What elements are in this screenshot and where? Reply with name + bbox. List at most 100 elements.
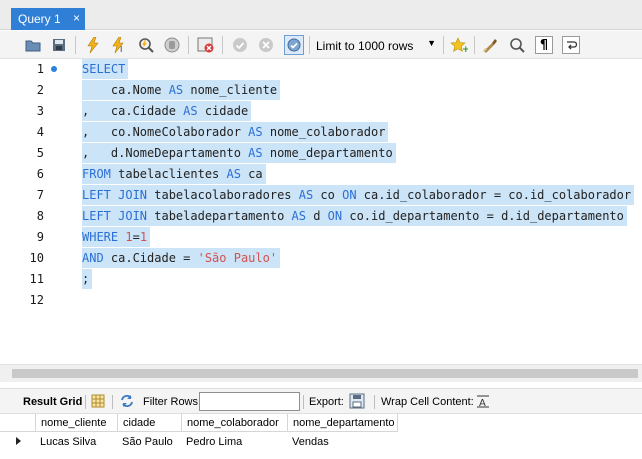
sql-keyword: ON [342, 188, 357, 202]
sql-token: tabelacolaboradores [147, 188, 299, 202]
rollback-icon[interactable] [257, 36, 275, 54]
code-text: , ca.Cidade AS cidade [82, 101, 252, 121]
sql-token: tabelaclientes [110, 167, 227, 181]
result-grid-label[interactable]: Result Grid [23, 396, 82, 408]
sql-keyword: AS [183, 104, 198, 118]
editor-line[interactable]: 5 , d.NomeDepartamento AS nome_departamen… [0, 143, 642, 163]
grid-cell[interactable]: Pedro Lima [182, 433, 288, 451]
refresh-icon[interactable] [119, 394, 135, 411]
column-header-nome-departamento[interactable]: nome_departamento [288, 414, 398, 432]
line-number: 10 [29, 251, 44, 265]
stop-icon[interactable] [163, 36, 181, 54]
column-header-nome-cliente[interactable]: nome_cliente [36, 414, 118, 432]
commit-icon[interactable] [231, 36, 249, 54]
grid-cell[interactable]: São Paulo [118, 433, 182, 451]
editor-line[interactable]: 4 , co.NomeColaborador AS nome_colaborado… [0, 122, 642, 142]
line-number: 1 [36, 62, 44, 76]
toolbar-divider [222, 36, 223, 54]
sql-number: 1 [125, 230, 133, 244]
sql-token: ; [82, 272, 90, 286]
toolbar-divider [443, 36, 444, 54]
tab-query-1[interactable]: Query 1 × [11, 8, 85, 30]
editor-line[interactable]: 9 WHERE 1=1 [0, 227, 642, 247]
line-number: 4 [36, 125, 44, 139]
export-label: Export: [309, 396, 344, 408]
toolbar-divider [309, 36, 310, 54]
sql-keyword: AND [82, 251, 104, 265]
wrap-icon[interactable] [562, 36, 580, 54]
execute-current-icon[interactable]: I [110, 36, 128, 54]
editor-toolbar: I Limit to 1000 rows ▼ + ¶ [0, 31, 642, 59]
editor-line[interactable]: 11; [0, 269, 642, 289]
horizontal-scrollbar[interactable] [0, 364, 642, 382]
grid-view-icon[interactable] [91, 394, 105, 411]
result-grid[interactable]: nome_cliente cidade nome_colaborador nome_d… [0, 414, 642, 459]
editor-line[interactable]: 2 ca.Nome AS nome_cliente [0, 80, 642, 100]
limit-rows-select[interactable]: Limit to 1000 rows ▼ [316, 38, 440, 54]
grid-cell[interactable]: Lucas Silva [36, 433, 118, 451]
code-text: WHERE 1=1 [82, 227, 151, 247]
filter-rows-label: Filter Rows: [143, 396, 202, 408]
sql-token: ca [240, 167, 263, 181]
close-icon[interactable]: × [73, 11, 80, 25]
save-icon[interactable] [50, 36, 68, 54]
svg-text:+: + [462, 45, 468, 53]
column-header-nome-colaborador[interactable]: nome_colaborador [182, 414, 288, 432]
result-toolbar: Result Grid Filter Rows: Export: Wrap Ce… [0, 388, 642, 414]
find-icon[interactable] [508, 36, 526, 54]
sql-keyword: AS [291, 209, 306, 223]
sql-token: ca.Cidade = [103, 251, 198, 265]
toolbar-divider [75, 36, 76, 54]
invisible-chars-icon[interactable]: ¶ [535, 36, 553, 54]
editor-line[interactable]: 6 FROM tabelaclientes AS ca [0, 164, 642, 184]
beautify-icon[interactable] [481, 36, 499, 54]
line-number: 8 [36, 209, 44, 223]
editor-line[interactable]: 1 SELECT [0, 59, 642, 79]
editor-line[interactable]: 7 LEFT JOIN tabelacolaboradores AS co ON … [0, 185, 642, 205]
column-header-cidade[interactable]: cidade [118, 414, 182, 432]
sql-token: tabeladepartamento [147, 209, 292, 223]
sql-keyword: LEFT JOIN [82, 209, 148, 223]
sql-token: cidade [197, 104, 249, 118]
filter-rows-input[interactable] [199, 392, 300, 411]
toolbar-divider [112, 395, 113, 409]
sql-editor[interactable]: 1 SELECT 2 ca.Nome AS nome_cliente 3 , ca.Ci… [0, 59, 642, 364]
toggle-error-icon[interactable] [197, 36, 215, 54]
sql-token: , co.NomeColaborador [82, 125, 249, 139]
sql-keyword: AS [226, 167, 241, 181]
code-text: SELECT [82, 59, 129, 79]
export-icon[interactable] [349, 393, 367, 413]
sql-token: ca.Nome [82, 83, 169, 97]
line-number: 5 [36, 146, 44, 160]
sql-token: ca.id_colaborador = co.id_colaborador [356, 188, 632, 202]
explain-icon[interactable] [137, 36, 155, 54]
editor-line[interactable]: 3 , ca.Cidade AS cidade [0, 101, 642, 121]
svg-text:I: I [120, 45, 122, 53]
grid-cell[interactable]: Vendas [288, 433, 398, 451]
star-icon[interactable]: + [450, 36, 468, 54]
execute-icon[interactable] [84, 36, 102, 54]
sql-keyword: ON [327, 209, 343, 223]
toolbar-divider [474, 36, 475, 54]
wrap-cell-icon[interactable]: A [476, 394, 490, 411]
folder-open-icon[interactable] [24, 36, 42, 54]
autocommit-icon[interactable] [284, 35, 304, 55]
code-text: AND ca.Cidade = 'São Paulo' [82, 248, 281, 268]
code-text: , d.NomeDepartamento AS nome_departament… [82, 143, 396, 163]
chevron-down-icon: ▼ [427, 38, 436, 48]
line-number: 6 [36, 167, 44, 181]
sql-token: = [132, 230, 140, 244]
sql-keyword: FROM [82, 167, 111, 181]
toolbar-divider [303, 395, 304, 409]
sql-number: 1 [139, 230, 148, 244]
editor-line[interactable]: 8 LEFT JOIN tabeladepartamento AS d ON co… [0, 206, 642, 226]
editor-line[interactable]: 10 AND ca.Cidade = 'São Paulo' [0, 248, 642, 268]
line-number: 2 [36, 83, 44, 97]
code-text: ca.Nome AS nome_cliente [82, 80, 281, 100]
scrollbar-thumb[interactable] [12, 369, 638, 378]
sql-keyword: AS [248, 125, 263, 139]
row-pointer-icon [16, 437, 21, 445]
code-text: , co.NomeColaborador AS nome_colaborador [82, 122, 389, 142]
toolbar-divider [85, 395, 86, 409]
editor-line[interactable]: 12 [0, 290, 642, 310]
